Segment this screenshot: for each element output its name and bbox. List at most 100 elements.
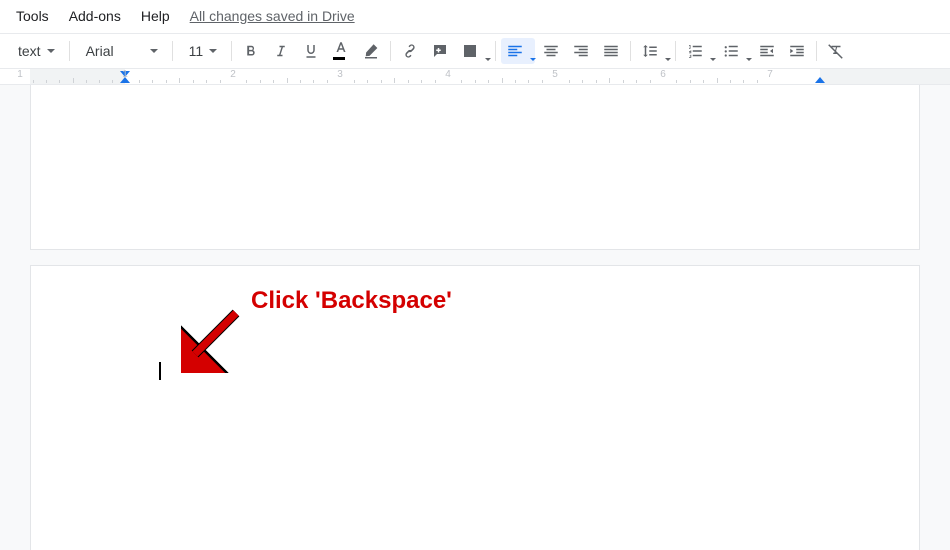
separator: [172, 41, 173, 61]
ruler-tick: [59, 80, 60, 83]
ruler-tick: [636, 80, 637, 83]
separator: [231, 41, 232, 61]
font-family-dropdown[interactable]: Arial: [76, 38, 166, 64]
insert-image-button[interactable]: [456, 38, 490, 64]
ruler-tick: [193, 80, 194, 83]
ruler-tick: [475, 80, 476, 83]
decrease-indent-button[interactable]: [753, 38, 781, 64]
ruler-tick: [623, 80, 624, 83]
ruler-track: 11234567: [30, 69, 950, 84]
underline-icon: [302, 42, 320, 60]
chevron-down-icon: [150, 49, 158, 53]
annotation-arrow-icon: [181, 303, 251, 373]
italic-icon: [272, 42, 290, 60]
toolbar: text Arial 11: [0, 33, 950, 69]
chevron-down-icon: [209, 49, 217, 53]
separator: [69, 41, 70, 61]
save-status[interactable]: All changes saved in Drive: [190, 8, 355, 24]
ruler-tick: [408, 80, 409, 83]
paragraph-styles-label: text: [18, 43, 41, 59]
align-center-icon: [542, 42, 560, 60]
text-color-button[interactable]: [327, 38, 355, 64]
ruler-tick: [112, 80, 113, 83]
ruler-tick: [421, 80, 422, 83]
chevron-down-icon: [746, 58, 752, 61]
chevron-down-icon: [710, 58, 716, 61]
ruler-tick: [542, 80, 543, 83]
ruler-tick: [313, 80, 314, 83]
clear-formatting-button[interactable]: [822, 38, 850, 64]
ruler-tick: [569, 80, 570, 83]
separator: [390, 41, 391, 61]
bold-icon: [242, 42, 260, 60]
ruler-tick: [582, 80, 583, 83]
line-spacing-button[interactable]: [636, 38, 670, 64]
insert-link-button[interactable]: [396, 38, 424, 64]
ruler-tick: [287, 78, 288, 83]
comment-icon: [431, 42, 449, 60]
increase-indent-button[interactable]: [783, 38, 811, 64]
menu-help[interactable]: Help: [133, 4, 178, 28]
ruler-number: 5: [552, 69, 558, 80]
ruler-tick: [273, 80, 274, 83]
ruler-tick: [461, 80, 462, 83]
ruler-tick: [515, 80, 516, 83]
ruler-tick: [99, 80, 100, 83]
chevron-down-icon: [485, 58, 491, 61]
menu-bar: Tools Add-ons Help All changes saved in …: [0, 0, 950, 33]
ruler-tick: [86, 80, 87, 83]
align-center-button[interactable]: [537, 38, 565, 64]
align-left-button[interactable]: [501, 38, 535, 64]
ruler-tick: [528, 80, 529, 83]
page-current[interactable]: Click 'Backspace': [30, 265, 920, 550]
separator: [675, 41, 676, 61]
bulleted-list-icon: [722, 42, 740, 60]
increase-indent-icon: [788, 42, 806, 60]
ruler-tick: [46, 80, 47, 83]
ruler-number: 4: [445, 69, 451, 80]
clear-formatting-icon: [827, 42, 845, 60]
font-size-dropdown[interactable]: 11: [179, 38, 226, 64]
bold-button[interactable]: [237, 38, 265, 64]
menu-tools[interactable]: Tools: [8, 4, 57, 28]
text-color-icon: [332, 40, 350, 58]
ruler-tick: [488, 80, 489, 83]
highlight-icon: [362, 42, 380, 60]
numbered-list-icon: [686, 42, 704, 60]
numbered-list-button[interactable]: [681, 38, 715, 64]
link-icon: [401, 42, 419, 60]
line-spacing-icon: [641, 42, 659, 60]
insert-comment-button[interactable]: [426, 38, 454, 64]
document-canvas: Click 'Backspace': [0, 85, 950, 550]
ruler-tick: [206, 80, 207, 83]
ruler-number: 1: [17, 69, 23, 80]
page-previous[interactable]: [30, 85, 920, 250]
ruler-number: 6: [660, 69, 666, 80]
align-right-button[interactable]: [567, 38, 595, 64]
ruler-tick: [690, 80, 691, 83]
ruler-tick: [300, 80, 301, 83]
separator: [816, 41, 817, 61]
ruler-tick: [609, 78, 610, 83]
underline-button[interactable]: [297, 38, 325, 64]
align-justify-button[interactable]: [597, 38, 625, 64]
paragraph-styles-dropdown[interactable]: text: [8, 38, 63, 64]
menu-addons[interactable]: Add-ons: [61, 4, 129, 28]
font-size-label: 11: [189, 43, 204, 59]
chevron-down-icon: [47, 49, 55, 53]
highlight-button[interactable]: [357, 38, 385, 64]
ruler-number: 3: [337, 69, 343, 80]
ruler-tick: [730, 80, 731, 83]
chevron-down-icon: [665, 58, 671, 61]
horizontal-ruler[interactable]: 11234567: [0, 69, 950, 85]
ruler-tick: [166, 80, 167, 83]
right-indent-marker[interactable]: [815, 77, 825, 83]
bulleted-list-button[interactable]: [717, 38, 751, 64]
annotation-text: Click 'Backspace': [251, 287, 452, 315]
ruler-number: 2: [230, 69, 236, 80]
ruler-tick: [502, 78, 503, 83]
ruler-tick: [152, 80, 153, 83]
ruler-tick: [220, 80, 221, 83]
ruler-tick: [743, 80, 744, 83]
italic-button[interactable]: [267, 38, 295, 64]
